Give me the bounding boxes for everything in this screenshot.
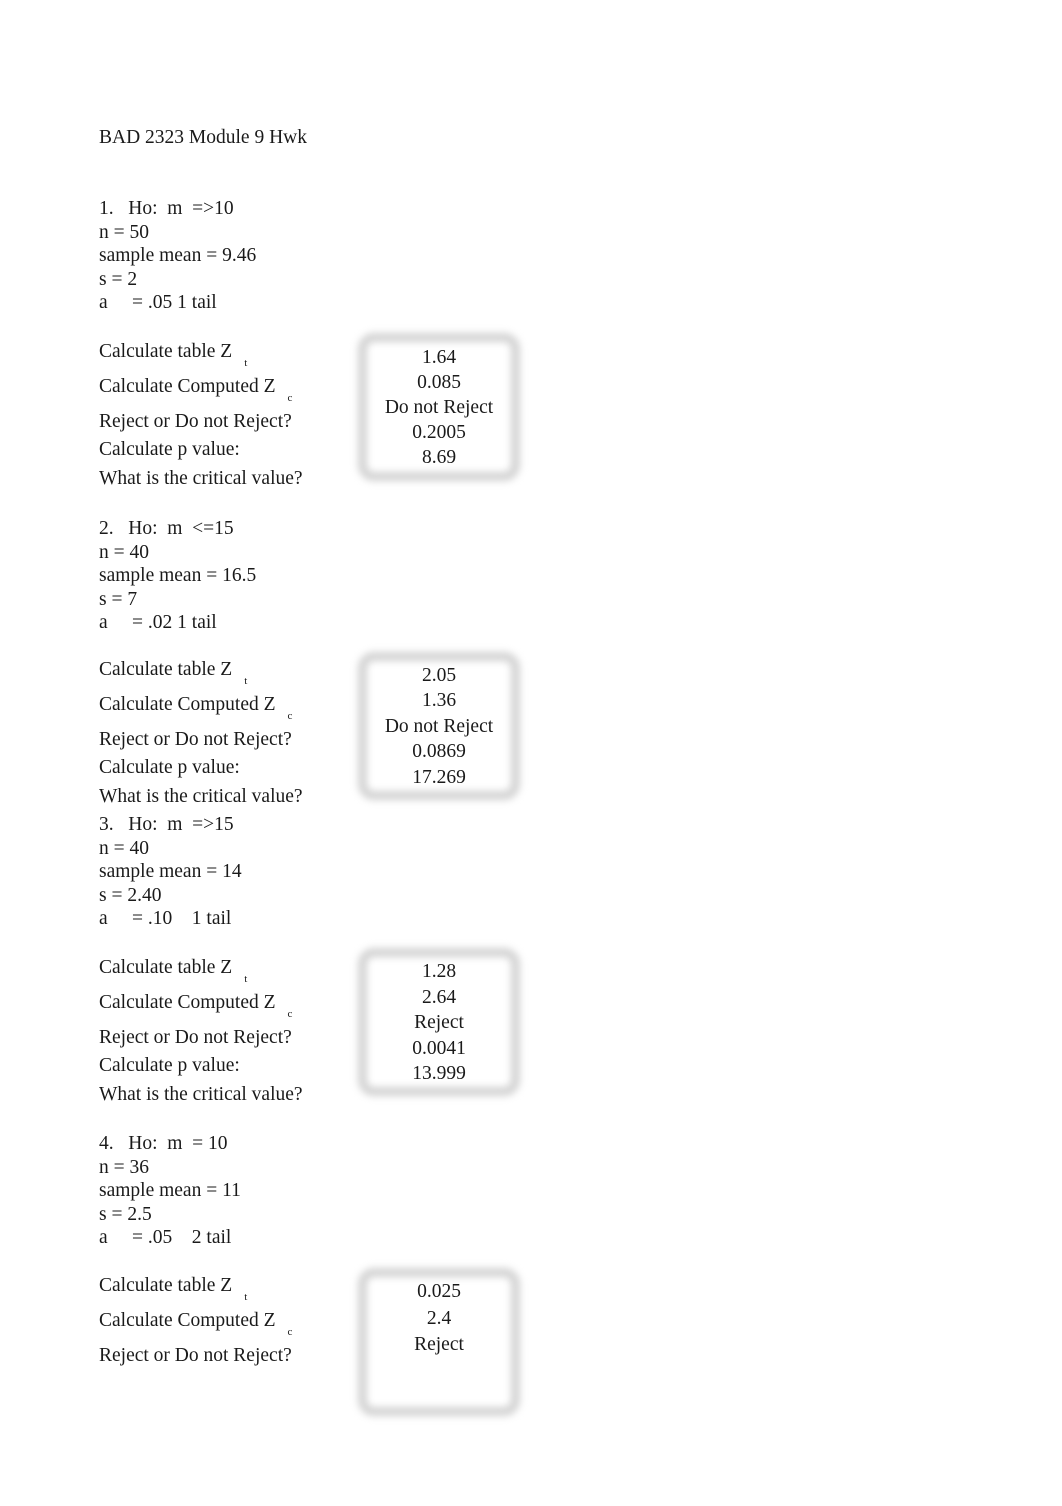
subscript-c: c — [287, 1007, 293, 1020]
question-1-prompts: Calculate table Z t Calculate Computed Z c… — [99, 338, 399, 493]
question-1-sample-mean: sample mean = 9.46 — [99, 245, 257, 267]
prompt-computed-z-3-label: Calculate Computed Z — [99, 992, 276, 1014]
question-3-std-dev: s = 2.40 — [99, 884, 162, 906]
answer-3-p-value: 0.0041 — [412, 1037, 466, 1059]
question-1-std-dev: s = 2 — [99, 268, 138, 290]
answer-1-critical-value: 8.69 — [421, 447, 457, 468]
prompt-table-z-2-label: Calculate table Z — [99, 659, 233, 680]
answer-box-3[interactable]: 1.28 2.64 Reject 0.0041 13.999 — [367, 959, 511, 1087]
question-4-sample-size: n = 36 — [99, 1156, 149, 1178]
subscript-c: c — [287, 1325, 293, 1338]
question-1-sample-size: n = 50 — [99, 221, 149, 243]
question-2-std-dev: s = 7 — [99, 588, 138, 610]
question-2-prompts: Calculate table Z t Calculate Computed Z c… — [99, 656, 399, 811]
subscript-t: t — [244, 972, 248, 985]
question-1-hypothesis: 1. Ho: m =>10 — [99, 198, 234, 219]
answer-3-table-z: 1.28 — [421, 961, 457, 982]
question-4-alpha: a = .05 2 tail — [99, 1227, 232, 1249]
answer-2-p-value: 0.0869 — [412, 741, 466, 763]
question-2-alpha: a = .02 1 tail — [99, 612, 217, 634]
prompt-decision-4: Reject or Do not Reject? — [99, 1345, 292, 1367]
question-2-sample-mean: sample mean = 16.5 — [99, 565, 257, 587]
answer-2-table-z: 2.05 — [421, 665, 457, 686]
answer-3-critical-value: 13.999 — [412, 1063, 466, 1084]
prompt-critical-value-2: What is the critical value? — [99, 785, 303, 807]
prompt-computed-z-2: Calculate Computed Z c — [99, 691, 399, 726]
question-1-alpha: a = .05 1 tail — [99, 292, 217, 314]
question-4-std-dev: s = 2.5 — [99, 1203, 152, 1225]
answer-2-computed-z: 1.36 — [421, 690, 457, 712]
question-3-alpha: a = .10 1 tail — [99, 908, 232, 930]
answer-box-4[interactable]: 0.025 2.4 Reject — [367, 1279, 511, 1359]
prompt-table-z-4-label: Calculate table Z — [99, 1275, 233, 1296]
question-3-hypothesis: 3. Ho: m =>15 — [99, 814, 234, 835]
question-4-hypothesis: 4. Ho: m = 10 — [99, 1133, 228, 1154]
subscript-t: t — [244, 1290, 248, 1303]
prompt-decision-2: Reject or Do not Reject? — [99, 729, 292, 751]
answer-1-p-value: 0.2005 — [412, 422, 466, 443]
question-4-prompts: Calculate table Z t Calculate Computed Z c… — [99, 1272, 399, 1370]
subscript-t: t — [244, 356, 248, 369]
answer-4-table-z: 0.025 — [417, 1281, 461, 1302]
prompt-table-z-1-label: Calculate table Z — [99, 341, 233, 362]
answer-1-computed-z: 0.085 — [417, 372, 461, 393]
prompt-p-value-3: Calculate p value: — [99, 1055, 240, 1077]
prompt-decision-3: Reject or Do not Reject? — [99, 1027, 292, 1049]
prompt-decision-1: Reject or Do not Reject? — [99, 411, 292, 433]
prompt-table-z-4: Calculate table Z t — [99, 1272, 399, 1307]
subscript-c: c — [287, 391, 293, 404]
prompt-computed-z-1-label: Calculate Computed Z — [99, 376, 276, 398]
answer-box-1[interactable]: 1.64 0.085 Do not Reject 0.2005 8.69 — [367, 345, 511, 470]
question-block-2: 2. Ho: m <=15 n = 40 sample mean = 16.5 … — [99, 517, 399, 635]
question-block-3: 3. Ho: m =>15 n = 40 sample mean = 14 s … — [99, 813, 399, 931]
answer-1-table-z: 1.64 — [421, 347, 457, 368]
subscript-t: t — [244, 674, 248, 687]
prompt-computed-z-2-label: Calculate Computed Z — [99, 694, 276, 716]
prompt-computed-z-4: Calculate Computed Z c — [99, 1307, 399, 1342]
question-3-prompts: Calculate table Z t Calculate Computed Z c… — [99, 954, 399, 1109]
subscript-c: c — [287, 709, 293, 722]
prompt-table-z-2: Calculate table Z t — [99, 656, 399, 691]
prompt-table-z-1: Calculate table Z t — [99, 338, 399, 373]
question-2-hypothesis: 2. Ho: m <=15 — [99, 518, 234, 539]
document-page: BAD 2323 Module 9 Hwk 1. Ho: m =>10 n = … — [0, 0, 1062, 1506]
question-4-sample-mean: sample mean = 11 — [99, 1180, 241, 1202]
answer-3-decision: Reject — [414, 1012, 464, 1033]
prompt-critical-value-3: What is the critical value? — [99, 1083, 303, 1105]
answer-4-computed-z: 2.4 — [426, 1307, 452, 1329]
question-3-sample-mean: sample mean = 14 — [99, 861, 242, 883]
prompt-table-z-3-label: Calculate table Z — [99, 957, 233, 978]
prompt-p-value-2: Calculate p value: — [99, 757, 240, 779]
prompt-computed-z-3: Calculate Computed Z c — [99, 989, 399, 1024]
answer-2-decision: Do not Reject — [384, 715, 494, 737]
prompt-p-value-1: Calculate p value: — [99, 439, 240, 461]
page-title: BAD 2323 Module 9 Hwk — [99, 127, 307, 148]
question-block-1: 1. Ho: m =>10 n = 50 sample mean = 9.46 … — [99, 197, 399, 315]
answer-3-computed-z: 2.64 — [421, 986, 457, 1008]
prompt-computed-z-1: Calculate Computed Z c — [99, 373, 399, 408]
answer-4-decision: Reject — [414, 1334, 464, 1355]
prompt-computed-z-4-label: Calculate Computed Z — [99, 1310, 276, 1332]
answer-box-2[interactable]: 2.05 1.36 Do not Reject 0.0869 17.269 — [367, 663, 511, 790]
question-3-sample-size: n = 40 — [99, 837, 149, 859]
prompt-table-z-3: Calculate table Z t — [99, 954, 399, 989]
answer-2-critical-value: 17.269 — [412, 766, 466, 788]
question-block-4: 4. Ho: m = 10 n = 36 sample mean = 11 s … — [99, 1132, 399, 1250]
answer-1-decision: Do not Reject — [384, 397, 494, 418]
prompt-critical-value-1: What is the critical value? — [99, 467, 303, 489]
question-2-sample-size: n = 40 — [99, 541, 149, 563]
